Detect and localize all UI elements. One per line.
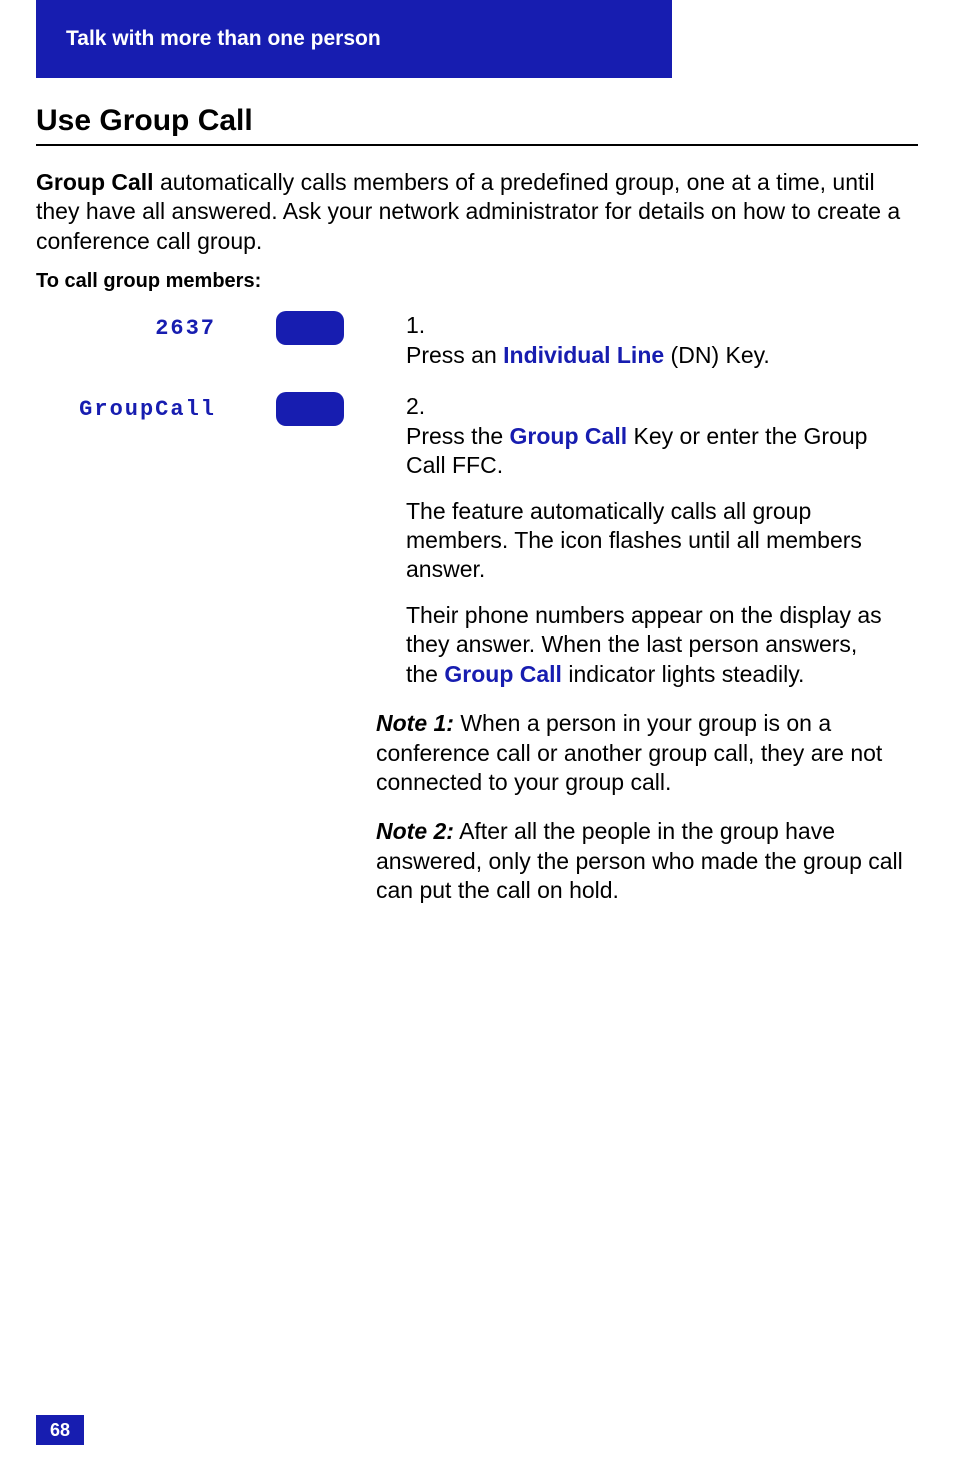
note-block: Note 1: When a person in your group is o… [376, 709, 918, 797]
page-content: Use Group Call Group Call automatically … [36, 104, 918, 928]
intro-paragraph: Group Call automatically calls members o… [36, 168, 918, 256]
note-label: Note 2: [376, 818, 454, 844]
step-text: 1. Press an Individual Line (DN) Key. [406, 311, 918, 370]
note-label: Note 1: [376, 710, 454, 736]
text: indicator lights steadily. [562, 661, 804, 687]
section-heading: Use Group Call [36, 104, 918, 146]
subhead: To call group members: [36, 270, 918, 293]
groupcall-key-label: GroupCall [76, 397, 216, 422]
line-key-icon [276, 311, 344, 345]
step-row: 2637 1. Press an Individual Line (DN) Ke… [36, 311, 918, 370]
group-call-label: Group Call [444, 661, 562, 687]
group-call-key-icon [276, 392, 344, 426]
intro-rest: automatically calls members of a predefi… [36, 169, 900, 254]
note: Note 2: After all the people in the grou… [376, 817, 918, 905]
key-illustration: GroupCall [36, 392, 406, 426]
key-illustration: 2637 [36, 311, 406, 345]
header-title: Talk with more than one person [66, 27, 381, 51]
individual-line-label: Individual Line [503, 342, 664, 368]
step-para: The feature automatically calls all grou… [406, 497, 882, 585]
note: Note 1: When a person in your group is o… [376, 709, 918, 797]
step-number: 2. [406, 392, 436, 421]
step-text: 2. Press the Group Call Key or enter the… [406, 392, 918, 906]
page-header: Talk with more than one person [36, 0, 672, 78]
text: Press the [406, 423, 510, 449]
step-body: Press an Individual Line (DN) Key. [406, 341, 882, 370]
note-block: Note 2: After all the people in the grou… [376, 817, 918, 905]
note-text: After all the people in the group have a… [376, 818, 903, 903]
step-body: Press the Group Call Key or enter the Gr… [406, 422, 882, 690]
text: Press an [406, 342, 503, 368]
intro-bold: Group Call [36, 169, 154, 195]
step-para: Their phone numbers appear on the displa… [406, 601, 882, 689]
group-call-label: Group Call [510, 423, 628, 449]
step-row: GroupCall 2. Press the Group Call Key or… [36, 392, 918, 906]
dn-key-label: 2637 [76, 316, 216, 341]
step-number: 1. [406, 311, 436, 340]
text: (DN) Key. [664, 342, 770, 368]
page-number: 68 [36, 1415, 84, 1445]
